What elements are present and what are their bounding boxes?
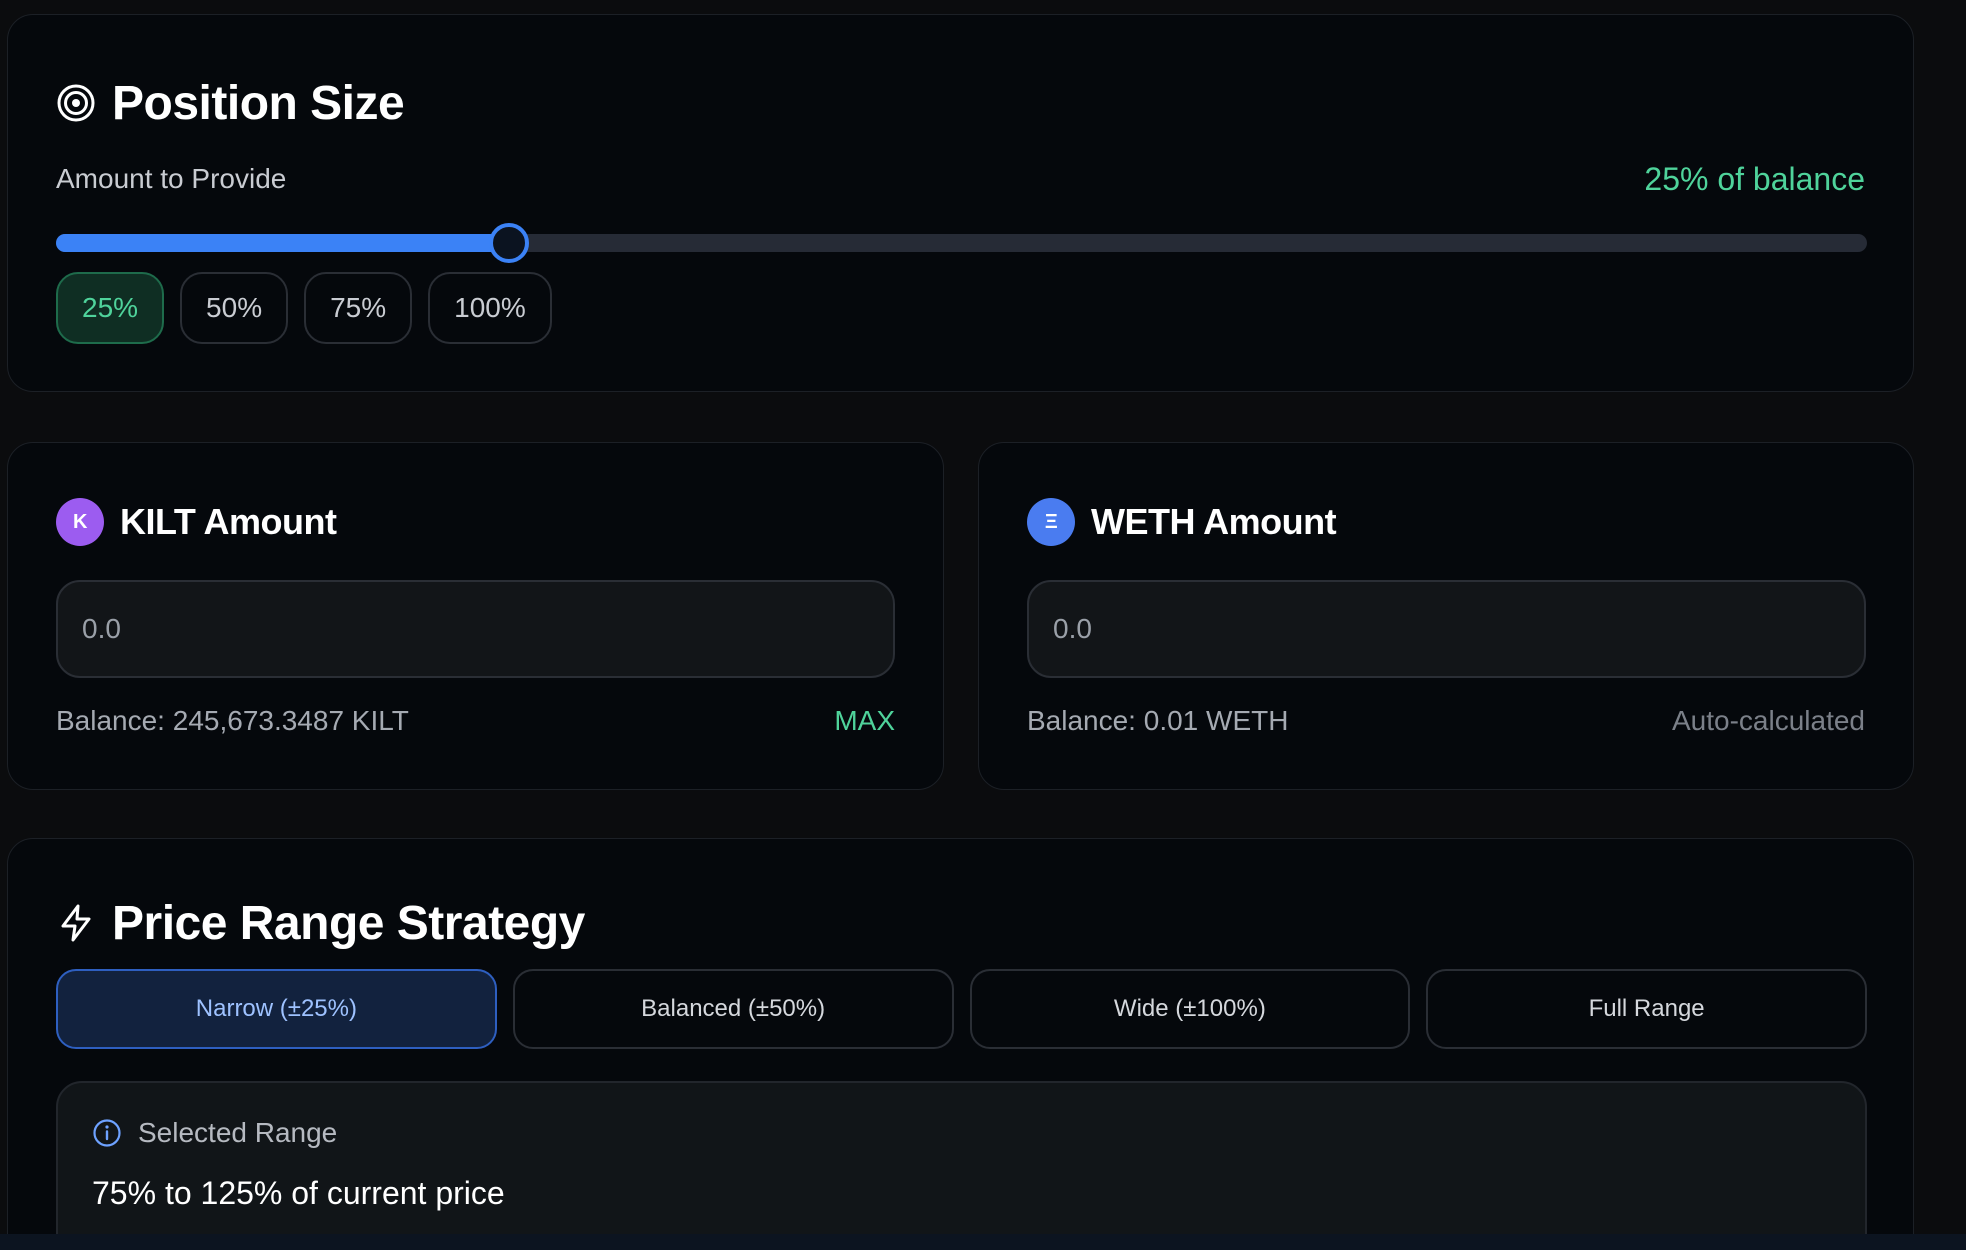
liquidity-form: Position Size Amount to Provide 25% of b… — [0, 0, 1966, 1250]
strategy-wide-button[interactable]: Wide (±100%) — [969, 969, 1411, 1049]
kilt-amount-input[interactable] — [56, 580, 895, 678]
auto-calculated-label: Auto-calculated — [1671, 705, 1865, 736]
price-range-title: Price Range Strategy — [112, 896, 585, 950]
lightning-icon — [56, 903, 96, 943]
amount-slider[interactable] — [56, 223, 1867, 263]
weth-amount-input[interactable] — [1027, 580, 1866, 678]
position-size-title: Position Size — [112, 76, 405, 130]
kilt-amount-card: K KILT Amount Balance: 245,673.3487 KILT… — [7, 442, 944, 790]
price-range-header: Price Range Strategy — [56, 883, 585, 963]
strategy-balanced-button[interactable]: Balanced (±50%) — [512, 969, 954, 1049]
strategy-narrow-button[interactable]: Narrow (±25%) — [56, 969, 497, 1049]
slider-fill — [56, 234, 509, 252]
kilt-token-icon: K — [56, 498, 104, 546]
slider-thumb[interactable] — [488, 223, 529, 263]
strategy-options: Narrow (±25%) Balanced (±50%) Wide (±100… — [56, 969, 1867, 1049]
position-size-card: Position Size Amount to Provide 25% of b… — [7, 14, 1914, 392]
strategy-full-range-button[interactable]: Full Range — [1426, 969, 1867, 1049]
weth-amount-title: WETH Amount — [1091, 501, 1337, 542]
selected-range-header: Selected Range — [92, 1117, 337, 1149]
target-icon — [56, 83, 96, 123]
bottom-bar — [0, 1234, 1966, 1250]
percent-buttons: 25% 50% 75% 100% — [56, 272, 552, 344]
percent-50-button[interactable]: 50% — [180, 272, 289, 344]
selected-range-label: Selected Range — [138, 1117, 338, 1148]
amount-to-provide-label: Amount to Provide — [56, 163, 287, 194]
position-size-header: Position Size — [56, 63, 405, 143]
weth-balance: Balance: 0.01 WETH — [1027, 705, 1289, 736]
selected-range-panel: Selected Range 75% to 125% of current pr… — [56, 1081, 1867, 1250]
max-button[interactable]: MAX — [834, 705, 895, 737]
percent-25-button[interactable]: 25% — [56, 272, 165, 344]
price-range-card: Price Range Strategy Narrow (±25%) Balan… — [7, 838, 1914, 1250]
kilt-balance: Balance: 245,673.3487 KILT — [56, 705, 409, 736]
percent-75-button[interactable]: 75% — [304, 272, 413, 344]
percent-100-button[interactable]: 100% — [428, 272, 552, 344]
weth-header: Ξ WETH Amount — [1027, 497, 1337, 547]
info-icon — [92, 1118, 122, 1148]
kilt-header: K KILT Amount — [56, 497, 337, 547]
kilt-amount-title: KILT Amount — [120, 501, 337, 542]
selected-range-value: 75% to 125% of current price — [92, 1175, 505, 1211]
eth-token-icon: Ξ — [1027, 498, 1075, 546]
balance-percent-text: 25% of balance — [1644, 161, 1865, 197]
weth-amount-card: Ξ WETH Amount Balance: 0.01 WETH Auto-ca… — [978, 442, 1914, 790]
